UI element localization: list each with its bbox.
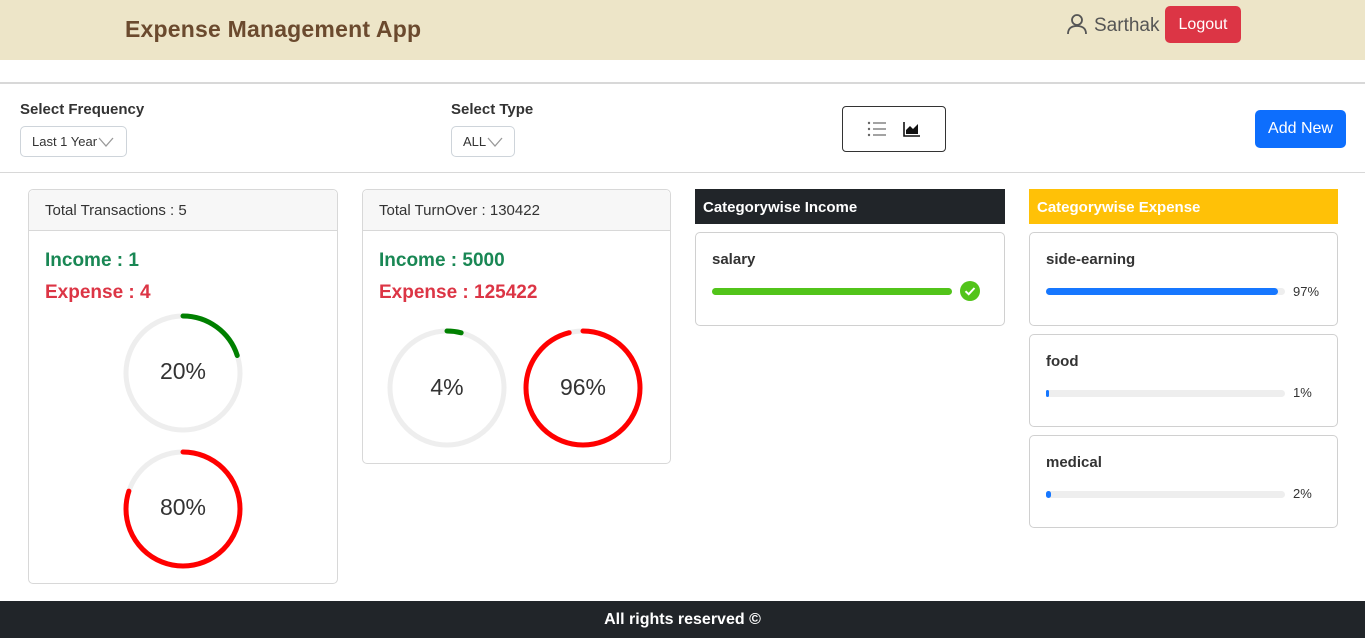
category-expense-item: medical 2% (1029, 435, 1338, 528)
logout-button[interactable]: Logout (1165, 6, 1241, 43)
category-expense-bar-fill (1046, 288, 1278, 295)
category-expense-percent: 97% (1293, 284, 1320, 299)
category-expense-bar-fill (1046, 491, 1051, 498)
category-income-bar (712, 288, 952, 295)
transactions-income-percent: 20% (159, 358, 207, 384)
add-new-button[interactable]: Add New (1255, 110, 1346, 148)
transactions-card: Total Transactions : 5 Income : 1 Expens… (28, 189, 338, 584)
category-expense-bar-fill (1046, 390, 1049, 397)
transactions-card-header: Total Transactions : 5 (29, 190, 337, 231)
category-expense-percent: 1% (1293, 385, 1312, 400)
app-title: Expense Management App (125, 16, 422, 42)
category-income-title: Categorywise Income (695, 189, 1005, 224)
type-value: ALL (463, 134, 487, 149)
user-icon (1067, 14, 1087, 35)
category-expense-percent: 2% (1293, 486, 1312, 501)
filter-divider (0, 172, 1365, 173)
turnover-card-header: Total TurnOver : 130422 (363, 190, 670, 231)
category-expense-bar (1046, 491, 1285, 498)
check-circle-icon (960, 281, 980, 301)
category-income-name: salary (712, 251, 756, 268)
category-expense-bar (1046, 390, 1285, 397)
category-income-item: salary (695, 232, 1005, 326)
category-expense-name: food (1046, 353, 1079, 370)
chevron-down-icon (487, 137, 503, 147)
user-name: Sarthak (1094, 15, 1160, 36)
frequency-value: Last 1 Year (32, 134, 98, 149)
transactions-expense-percent: 80% (159, 494, 207, 520)
frequency-select[interactable]: Last 1 Year (20, 126, 127, 157)
app-header: Expense Management App Sarthak Logout (0, 0, 1365, 60)
category-income-bar-fill (712, 288, 952, 295)
transactions-income: Income : 1 (45, 250, 139, 271)
header-divider (0, 82, 1365, 84)
footer: All rights reserved © (0, 601, 1365, 638)
transactions-expense: Expense : 4 (45, 282, 151, 303)
category-expense-item: side-earning 97% (1029, 232, 1338, 326)
category-expense-name: medical (1046, 454, 1102, 471)
category-expense-name: side-earning (1046, 251, 1136, 268)
area-chart-icon[interactable] (903, 121, 921, 137)
type-label: Select Type (451, 101, 534, 118)
turnover-income: Income : 5000 (379, 250, 505, 271)
chevron-down-icon (98, 137, 114, 147)
category-expense-bar (1046, 288, 1285, 295)
view-toggle (842, 106, 946, 152)
turnover-card: Total TurnOver : 130422 Income : 5000 Ex… (362, 189, 671, 464)
turnover-expense-percent: 96% (559, 374, 607, 400)
turnover-income-percent: 4% (430, 374, 464, 400)
category-expense-title: Categorywise Expense (1029, 189, 1338, 224)
category-expense-item: food 1% (1029, 334, 1338, 427)
list-icon[interactable] (867, 121, 887, 137)
type-select[interactable]: ALL (451, 126, 515, 157)
turnover-expense: Expense : 125422 (379, 282, 538, 303)
frequency-label: Select Frequency (20, 101, 145, 118)
